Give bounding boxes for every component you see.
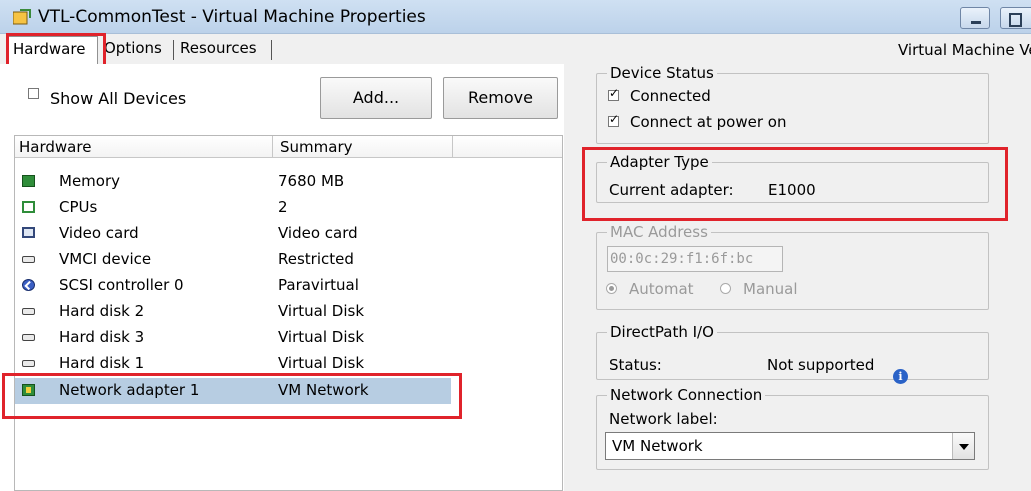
vm-icon [13,9,31,25]
tab-options[interactable]: Options [100,36,166,62]
minimize-button[interactable] [960,7,990,29]
network-label-value: VM Network [612,437,703,455]
hard-disk-icon [22,334,35,341]
hard-disk-icon [22,360,35,367]
connected-checkbox[interactable] [608,86,619,101]
automatic-label: Automat [629,280,694,298]
row-name: SCSI controller 0 [59,276,184,294]
row-summary: Virtual Disk [278,328,365,346]
table-row[interactable]: Video card Video card [15,221,562,247]
row-summary: Virtual Disk [278,302,365,320]
row-name: CPUs [59,198,98,216]
column-header-summary[interactable]: Summary [280,138,353,156]
group-title: Device Status [607,64,717,82]
row-summary: Virtual Disk [278,354,365,372]
directpath-status-value: Not supported [767,356,875,374]
cpu-icon [22,201,35,213]
group-title: MAC Address [607,223,711,241]
window-title: VTL-CommonTest - Virtual Machine Propert… [38,7,426,27]
hardware-table: Hardware Summary Memory 7680 MB CPUs 2 V… [14,135,563,491]
network-label-caption: Network label: [609,410,718,428]
vmci-device-icon [22,256,35,263]
version-label: Virtual Machine Ve [898,41,1031,59]
row-name: Memory [59,172,121,190]
row-summary: 7680 MB [278,172,345,190]
row-summary: Video card [278,224,358,242]
title-bar: VTL-CommonTest - Virtual Machine Propert… [0,0,1031,34]
row-name: Hard disk 1 [59,354,145,372]
manual-label: Manual [743,280,798,298]
automatic-radio[interactable] [606,283,617,294]
network-label-dropdown[interactable]: VM Network [605,432,975,460]
group-title: Network Connection [607,386,766,404]
connect-at-power-on-label: Connect at power on [630,113,787,131]
table-row[interactable]: CPUs 2 [15,195,562,221]
video-card-icon [22,227,35,238]
table-row-selected[interactable]: Network adapter 1 VM Network [15,378,451,404]
info-icon[interactable]: i [893,369,908,384]
row-name: VMCI device [59,250,152,268]
column-separator [272,136,273,158]
table-row[interactable]: Hard disk 3 Virtual Disk [15,325,562,351]
row-name: Video card [59,224,139,242]
current-adapter-label: Current adapter: [609,181,734,199]
add-button[interactable]: Add... [320,77,432,119]
current-adapter-value: E1000 [768,181,816,199]
show-all-devices-checkbox[interactable] [28,88,39,99]
column-header-hardware[interactable]: Hardware [19,138,91,156]
maximize-button[interactable] [1000,7,1031,29]
hard-disk-icon [22,308,35,315]
tab-hardware[interactable]: Hardware [8,36,98,64]
row-summary: VM Network [278,381,369,399]
tab-separator [173,40,174,60]
show-all-devices-label: Show All Devices [50,89,187,108]
table-row[interactable]: SCSI controller 0 Paravirtual [15,273,562,299]
table-header: Hardware Summary [15,136,562,158]
row-name: Hard disk 3 [59,328,145,346]
tab-separator [271,40,272,60]
row-name: Network adapter 1 [59,381,200,399]
row-summary: Restricted [278,250,354,268]
table-row[interactable]: Hard disk 1 Virtual Disk [15,351,562,377]
manual-radio[interactable] [720,283,731,294]
connected-label: Connected [630,87,711,105]
table-row[interactable]: VMCI device Restricted [15,247,562,273]
device-status-group: Device Status [596,64,989,144]
tab-resources[interactable]: Resources [176,36,261,62]
network-adapter-icon [22,384,35,396]
directpath-status-label: Status: [609,356,662,374]
memory-icon [22,175,35,187]
table-row[interactable]: Hard disk 2 Virtual Disk [15,299,562,325]
chevron-down-icon[interactable] [952,433,974,459]
group-title: Adapter Type [607,153,712,171]
mac-address-field[interactable]: 00:0c:29:f1:6f:bc [607,246,783,272]
connect-at-power-on-checkbox[interactable] [608,112,619,127]
group-title: DirectPath I/O [607,323,717,341]
row-summary: 2 [278,198,288,216]
row-name: Hard disk 2 [59,302,145,320]
column-separator [452,136,453,158]
row-summary: Paravirtual [278,276,359,294]
remove-button[interactable]: Remove [443,77,558,119]
scsi-controller-icon [22,279,35,291]
table-row[interactable]: Memory 7680 MB [15,169,562,195]
